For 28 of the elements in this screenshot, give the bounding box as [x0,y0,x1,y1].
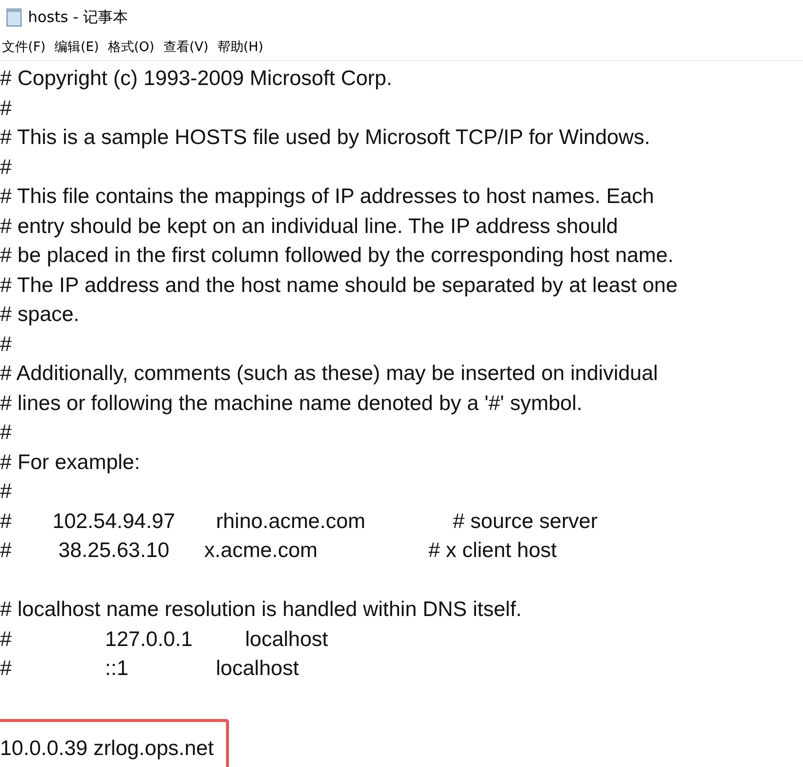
menu-item[interactable]: 查看(V) [163,38,214,56]
text-line: # space. [0,302,80,328]
text-line: # For example: [0,450,142,476]
menu-item[interactable]: 文件(F) [2,38,51,56]
text-line: # localhost name resolution is handled within DNS itself. [0,597,523,623]
text-line: # 38.25.63.10 x.acme.com # x client host [0,538,558,564]
text-line: # 127.0.0.1 localhost [0,626,330,652]
text-line: # This file contains the mappings of IP addresses to host names. Each [0,184,656,210]
text-line: # [0,154,13,180]
text-line: # [0,479,13,505]
text-line: # be placed in the first column followed by the corresponding host name. [0,243,675,269]
text-line: # Copyright (c) 1993-2009 Microsoft Corp. [0,66,394,92]
text-line: # This is a sample HOSTS file used by Microsoft TCP/IP for Windows. [0,125,652,151]
menu-item[interactable]: 格式(O) [108,38,160,56]
notepad-icon [6,7,22,27]
text-line: # [0,96,13,122]
text-line: # entry should be kept on an individual line. The IP address should [0,214,619,240]
text-line: # The IP address and the host name should be separated by at least one [0,272,679,298]
menu-item[interactable]: 帮助(H) [217,38,268,56]
text-line: 10.0.0.39 zrlog.ops.net [0,719,229,767]
window-title: hosts - 记事本 [28,8,128,26]
menu-item[interactable]: 编辑(E) [54,38,104,56]
text-line: # [0,332,13,358]
text-line: # lines or following the machine name denoted by a '#' symbol. [0,390,584,416]
text-line: # Additionally, comments (such as these) may be inserted on individual [0,361,659,387]
text-line: # ::1 localhost [0,656,300,682]
text-line: # 102.54.94.97 rhino.acme.com # source server [0,508,599,534]
text-line: # [0,420,13,446]
